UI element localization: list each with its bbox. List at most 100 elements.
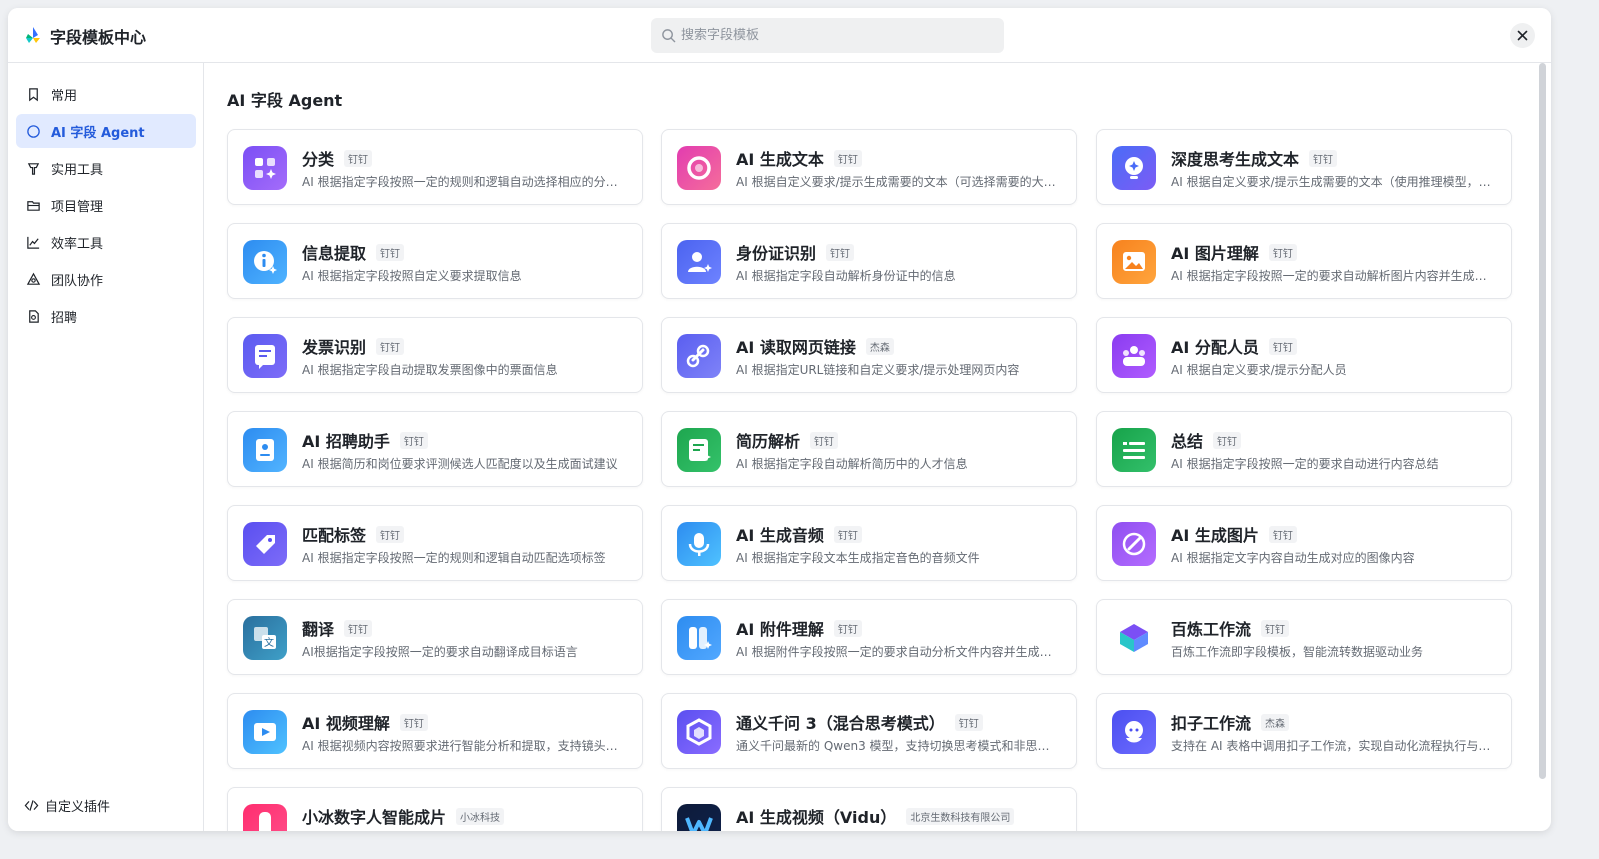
- template-card[interactable]: AI 图片理解 钉钉 AI 根据指定字段按照一定的要求自动解析图片内容并生成文本: [1096, 223, 1512, 299]
- template-card[interactable]: 简历解析 钉钉 AI 根据指定字段自动解析简历中的人才信息: [661, 411, 1077, 487]
- app-title: 字段模板中心: [50, 28, 147, 47]
- resume-icon: [677, 428, 721, 472]
- card-title-text: AI 图片理解: [1171, 244, 1259, 263]
- template-card[interactable]: AI 生成图片 钉钉 AI 根据指定文字内容自动生成对应的图像内容: [1096, 505, 1512, 581]
- card-description: 通义千问最新的 Qwen3 模型，支持切换思考模式和非思考模式: [736, 739, 1061, 753]
- card-description: AI 根据自定义要求/提示分配人员: [1171, 363, 1347, 377]
- provider-badge: 钉钉: [833, 525, 862, 543]
- generate-image-icon: [1112, 522, 1156, 566]
- template-card[interactable]: 文 翻译 钉钉 AI根据指定字段按照一定的要求自动翻译成目标语言: [227, 599, 643, 675]
- bookmark-icon: [29, 87, 38, 101]
- provider-badge: 钉钉: [1213, 431, 1242, 449]
- summary-icon: [1112, 428, 1156, 472]
- provider-badge: 北京生数科技有限公司: [906, 807, 1015, 825]
- card-description: AI 根据简历和岗位要求评测候选人匹配度以及生成面试建议: [302, 457, 618, 471]
- template-card[interactable]: 小冰数字人智能成片 小冰科技: [227, 787, 643, 831]
- recruit-icon: [29, 309, 39, 323]
- provider-badge: 钉钉: [1268, 525, 1297, 543]
- card-title: AI 招聘助手 钉钉: [302, 428, 428, 452]
- card-description: 支持在 AI 表格中调用扣子工作流，实现自动化流程执行与数据处理: [1171, 739, 1496, 753]
- team-icon: [26, 272, 41, 285]
- card-title: AI 生成图片 钉钉: [1171, 522, 1297, 546]
- sidebar-item-team[interactable]: 团队协作: [16, 262, 196, 296]
- close-icon: [1517, 30, 1528, 41]
- card-title: 翻译 钉钉: [302, 616, 373, 640]
- card-description: AI 根据指定文字内容自动生成对应的图像内容: [1171, 551, 1415, 565]
- assign-people-icon: [1112, 334, 1156, 378]
- template-card[interactable]: AI 分配人员 钉钉 AI 根据自定义要求/提示分配人员: [1096, 317, 1512, 393]
- card-description: AI 根据视频内容按照要求进行智能分析和提取，支持镜头识别等: [302, 739, 627, 753]
- card-title-text: 深度思考生成文本: [1171, 150, 1300, 169]
- translate-icon: 文: [243, 616, 287, 660]
- provider-badge: 钉钉: [376, 525, 405, 543]
- provider-badge: 钉钉: [376, 243, 405, 261]
- provider-badge: 钉钉: [1261, 619, 1290, 637]
- card-description: AI 根据附件字段按照一定的要求自动分析文件内容并生成文本: [736, 645, 1061, 659]
- sidebar-item-common[interactable]: 常用: [16, 77, 196, 111]
- card-title-text: 分类: [302, 150, 335, 169]
- template-card[interactable]: 深度思考生成文本钉钉 AI 根据自定义要求/提示生成需要的文本（使用推理模型，可深…: [1096, 129, 1512, 205]
- template-card[interactable]: 扣子工作流 杰森 支持在 AI 表格中调用扣子工作流，实现自动化流程执行与数据处理: [1096, 693, 1512, 769]
- sidebar-item-ai-agent[interactable]: AI 字段 Agent: [16, 114, 196, 148]
- scrollbar[interactable]: [1539, 63, 1546, 779]
- template-card[interactable]: 通义千问 3（混合思考模式） 钉钉 通义千问最新的 Qwen3 模型，支持切换思考模…: [661, 693, 1077, 769]
- provider-badge: 杰森: [1261, 713, 1290, 731]
- provider-badge: 钉钉: [399, 713, 428, 731]
- template-center-window: 字段模板中心 常用 AI 字段 Agent 实用工具: [8, 8, 1551, 831]
- provider-badge: 钉钉: [1268, 337, 1297, 355]
- card-title: AI 图片理解 钉钉: [1171, 240, 1297, 264]
- card-description: AI 根据指定字段自动解析身份证中的信息: [736, 269, 956, 283]
- provider-badge: 钉钉: [833, 619, 862, 637]
- qwen-icon: [677, 710, 721, 754]
- header: 字段模板中心: [8, 8, 1551, 63]
- card-description: AI 根据自定义要求/提示生成需要的文本（使用推理模型，可深度思考）: [1171, 175, 1496, 189]
- provider-badge: 钉钉: [833, 149, 862, 167]
- template-card[interactable]: AI 视频理解 钉钉 AI 根据视频内容按照要求进行智能分析和提取，支持镜头识别等: [227, 693, 643, 769]
- folder-icon: [27, 200, 40, 211]
- template-card[interactable]: AI 生成文本 钉钉 AI 根据自定义要求/提示生成需要的文本（可选择需要的大模型）: [661, 129, 1077, 205]
- template-card[interactable]: 总结 钉钉 AI 根据指定字段按照一定的要求自动进行内容总结: [1096, 411, 1512, 487]
- sidebar-item-recruit[interactable]: 招聘: [16, 299, 196, 333]
- card-title-text: AI 分配人员: [1171, 338, 1259, 357]
- card-title: 深度思考生成文本 钉钉: [1171, 146, 1338, 170]
- sidebar-item-label: 实用工具: [51, 162, 104, 178]
- search-box[interactable]: [651, 18, 1004, 53]
- card-title: AI 生成视频（Vidu） 北京生数科技有限公司: [736, 804, 1015, 828]
- section-title: AI 字段 Agent: [227, 91, 343, 110]
- svg-text:文: 文: [264, 636, 274, 649]
- template-card[interactable]: AI 生成视频（Vidu） 北京生数科技有限公司: [661, 787, 1077, 831]
- template-card[interactable]: AI 附件理解 钉钉 AI 根据附件字段按照一定的要求自动分析文件内容并生成文本: [661, 599, 1077, 675]
- close-button[interactable]: [1510, 23, 1535, 48]
- card-title-text: 简历解析: [736, 432, 801, 451]
- sidebar-item-tools[interactable]: 实用工具: [16, 151, 196, 185]
- card-description: AI 根据指定URL链接和自定义要求/提示处理网页内容: [736, 363, 1020, 377]
- search-input[interactable]: [681, 18, 991, 53]
- sidebar-item-efficiency[interactable]: 效率工具: [16, 225, 196, 259]
- card-description: AI 根据指定字段按照一定的要求自动解析图片内容并生成文本: [1171, 269, 1496, 283]
- template-card[interactable]: 分类 钉钉 AI 根据指定字段按照一定的规则和逻辑自动选择相应的分类选项: [227, 129, 643, 205]
- card-title: AI 生成文本 钉钉: [736, 146, 862, 170]
- template-card[interactable]: AI 招聘助手 钉钉 AI 根据简历和岗位要求评测候选人匹配度以及生成面试建议: [227, 411, 643, 487]
- custom-plugin-button[interactable]: 自定义插件: [24, 796, 110, 815]
- invoice-icon: [243, 334, 287, 378]
- sidebar-item-project[interactable]: 项目管理: [16, 188, 196, 222]
- provider-badge: 钉钉: [1309, 149, 1338, 167]
- card-title-text: AI 生成文本: [736, 150, 824, 169]
- template-card[interactable]: AI 生成音频 钉钉 AI 根据指定字段文本生成指定音色的音频文件: [661, 505, 1077, 581]
- template-card[interactable]: 百炼工作流 钉钉 百炼工作流即字段模板，智能流转数据驱动业务: [1096, 599, 1512, 675]
- template-card[interactable]: 匹配标签 钉钉 AI 根据指定字段按照一定的规则和逻辑自动匹配选项标签: [227, 505, 643, 581]
- template-card[interactable]: 发票识别 钉钉 AI 根据指定字段自动提取发票图像中的票面信息: [227, 317, 643, 393]
- tag-icon: [243, 522, 287, 566]
- card-description: AI 根据自定义要求/提示生成需要的文本（可选择需要的大模型）: [736, 175, 1061, 189]
- provider-badge: 钉钉: [399, 431, 428, 449]
- card-description: AI 根据指定字段按照一定的要求自动进行内容总结: [1171, 457, 1439, 471]
- card-title-text: 总结: [1171, 432, 1204, 451]
- sidebar-item-label: 常用: [51, 88, 78, 104]
- template-card[interactable]: 信息提取 钉钉 AI 根据指定字段按照自定义要求提取信息: [227, 223, 643, 299]
- card-title-text: 小冰数字人智能成片: [302, 808, 447, 827]
- template-card[interactable]: 身份证识别 钉钉 AI 根据指定字段自动解析身份证中的信息: [661, 223, 1077, 299]
- template-card[interactable]: AI 读取网页链接 杰森 AI 根据指定URL链接和自定义要求/提示处理网页内容: [661, 317, 1077, 393]
- card-title: 小冰数字人智能成片 小冰科技: [302, 804, 505, 828]
- card-title-text: 发票识别: [302, 338, 367, 357]
- attachment-icon: [677, 616, 721, 660]
